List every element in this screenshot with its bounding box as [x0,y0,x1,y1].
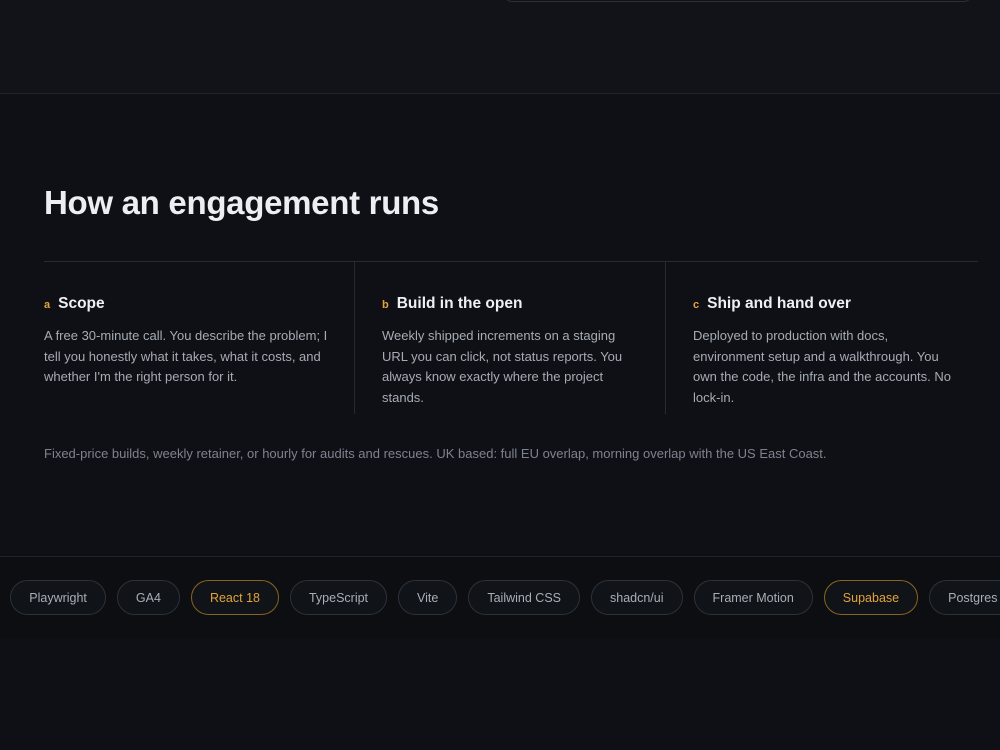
page: How an engagement runs a Scope A free 30… [0,0,1000,750]
tech-pill-row: s Playwright GA4 React 18 TypeScript Vit… [0,580,1000,615]
step-title: Build in the open [396,295,523,312]
step-header: b Build in the open [382,295,639,313]
step-build: b Build in the open Weekly shipped incre… [355,262,666,414]
tech-pill: Postgres + R [929,580,1000,615]
tech-pill-highlighted: Supabase [823,580,919,615]
pricing-footnote: Fixed-price builds, weekly retainer, or … [44,446,827,461]
step-letter: c [693,299,700,311]
tech-pill: Tailwind CSS [468,580,580,615]
step-letter: b [382,299,389,311]
step-description: Weekly shipped increments on a staging U… [382,328,623,405]
tech-pill: TypeScript [289,580,388,615]
section-title: How an engagement runs [44,184,439,221]
step-header: c Ship and hand over [693,295,958,313]
tech-pill: Vite [398,580,458,615]
page-bottom [0,639,1000,750]
step-description: Deployed to production with docs, enviro… [693,328,952,405]
step-title: Scope [58,295,105,312]
step-description: A free 30-minute call. You describe the … [44,328,328,384]
input-field-edge[interactable] [504,0,972,2]
steps-grid: a Scope A free 30-minute call. You descr… [44,261,978,414]
tech-pill: GA4 [116,580,180,615]
tech-pill: shadcn/ui [591,580,683,615]
step-header: a Scope [44,295,328,313]
tech-pill: Framer Motion [693,580,813,615]
previous-section [0,0,1000,94]
tech-pill-highlighted: React 18 [190,580,279,615]
tech-stack-marquee: s Playwright GA4 React 18 TypeScript Vit… [0,556,1000,640]
step-ship: c Ship and hand over Deployed to product… [666,262,978,414]
step-title: Ship and hand over [707,295,851,312]
step-letter: a [44,299,51,311]
step-scope: a Scope A free 30-minute call. You descr… [44,262,355,414]
tech-pill: Playwright [10,580,106,615]
